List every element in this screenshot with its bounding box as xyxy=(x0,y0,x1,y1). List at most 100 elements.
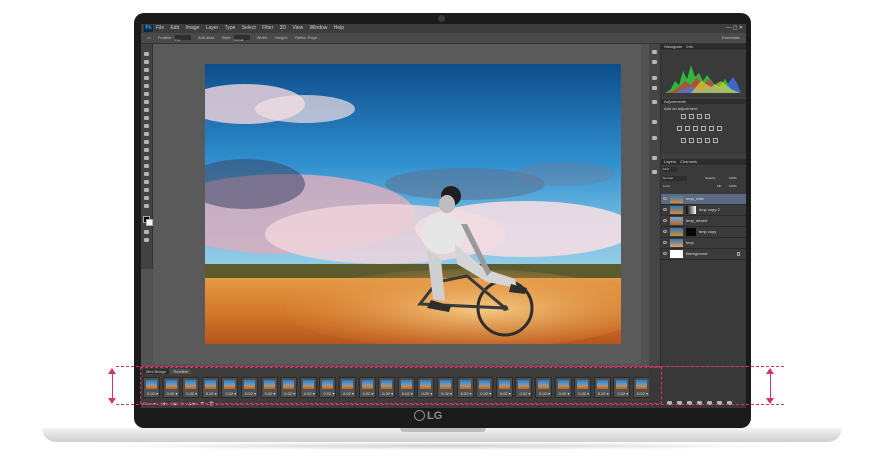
visibility-eye-icon[interactable] xyxy=(663,241,667,244)
layers-panel-header: Layers Channels xyxy=(661,159,746,165)
marquee-tool-icon[interactable]: ▭ xyxy=(147,33,151,43)
layer-row[interactable]: bmp xyxy=(661,238,746,249)
curves-icon[interactable] xyxy=(697,114,702,119)
gradient-tool-icon[interactable] xyxy=(144,140,149,144)
tab-info[interactable]: Info xyxy=(686,44,693,49)
healing-brush-tool-icon[interactable] xyxy=(144,100,149,104)
hand-tool-icon[interactable] xyxy=(144,196,149,200)
brush-tool-icon[interactable] xyxy=(144,108,149,112)
background-color-swatch[interactable] xyxy=(146,219,153,226)
workspace-select[interactable]: Essentials xyxy=(722,33,740,43)
menu-file[interactable]: File xyxy=(156,25,164,31)
antialias-checkbox[interactable]: Anti-alias xyxy=(198,33,214,43)
dodge-tool-icon[interactable] xyxy=(144,156,149,160)
menu-select[interactable]: Select xyxy=(242,25,256,31)
menu-type[interactable]: Type xyxy=(225,25,236,31)
visibility-eye-icon[interactable] xyxy=(663,252,667,255)
menu-filter[interactable]: Filter xyxy=(262,25,273,31)
opacity-label: Opacity: xyxy=(705,176,717,180)
tab-layers[interactable]: Layers xyxy=(664,159,676,164)
vibrance-icon[interactable] xyxy=(677,126,682,131)
document-artwork[interactable] xyxy=(205,64,621,344)
layer-row[interactable]: Background xyxy=(661,249,746,260)
visibility-eye-icon[interactable] xyxy=(663,208,667,211)
visibility-eye-icon[interactable] xyxy=(663,197,667,200)
layer-thumbnail xyxy=(670,195,683,203)
posterize-icon[interactable] xyxy=(689,138,694,143)
paragraph-panel-icon[interactable] xyxy=(652,100,657,104)
screen-mode-icon[interactable] xyxy=(144,238,149,242)
options-bar: ▭ Feather:0 px Anti-alias Style:Normal W… xyxy=(141,33,746,44)
brush-panel-icon[interactable] xyxy=(652,120,657,124)
channel-mixer-icon[interactable] xyxy=(717,126,722,131)
blur-tool-icon[interactable] xyxy=(144,148,149,152)
menu-edit[interactable]: Edit xyxy=(170,25,179,31)
blend-mode-select[interactable]: Normal xyxy=(663,176,687,181)
history-brush-tool-icon[interactable] xyxy=(144,124,149,128)
tab-histogram[interactable]: Histogram xyxy=(664,44,682,49)
menu-layer[interactable]: Layer xyxy=(206,25,219,31)
lasso-tool-icon[interactable] xyxy=(144,68,149,72)
layer-thumbnail xyxy=(670,250,683,258)
layer-row[interactable]: bmp copy xyxy=(661,227,746,238)
zoom-tool-icon[interactable] xyxy=(144,204,149,208)
layer-row[interactable]: bmp_rider xyxy=(661,194,746,205)
swatches-panel-icon[interactable] xyxy=(652,156,657,160)
timeline-highlight-box xyxy=(140,367,662,404)
photo-filter-icon[interactable] xyxy=(709,126,714,131)
marquee-tool-icon[interactable] xyxy=(144,60,149,64)
layer-mask-thumbnail[interactable] xyxy=(686,206,696,214)
selective-color-icon[interactable] xyxy=(713,138,718,143)
invert-icon[interactable] xyxy=(681,138,686,143)
eyedropper-tool-icon[interactable] xyxy=(144,92,149,96)
artwork-image xyxy=(205,64,621,344)
visibility-eye-icon[interactable] xyxy=(663,219,667,222)
properties-panel-icon[interactable] xyxy=(652,76,657,80)
threshold-icon[interactable] xyxy=(697,138,702,143)
move-tool-icon[interactable] xyxy=(144,52,149,56)
crop-tool-icon[interactable] xyxy=(144,84,149,88)
histogram-panel xyxy=(661,51,746,97)
opacity-input[interactable]: 100% xyxy=(729,176,737,181)
menu-image[interactable]: Image xyxy=(185,25,199,31)
menu-help[interactable]: Help xyxy=(334,25,344,31)
character-panel-icon[interactable] xyxy=(652,86,657,90)
quick-select-tool-icon[interactable] xyxy=(144,76,149,80)
eraser-tool-icon[interactable] xyxy=(144,132,149,136)
menu-3d[interactable]: 3D xyxy=(280,25,286,31)
window-controls[interactable]: — ▢ ✕ xyxy=(726,24,743,33)
collapsed-panel-icons xyxy=(649,44,661,366)
path-select-tool-icon[interactable] xyxy=(144,180,149,184)
tab-channels[interactable]: Channels xyxy=(680,159,697,164)
styles-panel-icon[interactable] xyxy=(652,170,657,174)
style-select[interactable]: Normal xyxy=(233,35,250,42)
clone-source-panel-icon[interactable] xyxy=(652,136,657,140)
clone-stamp-tool-icon[interactable] xyxy=(144,116,149,120)
levels-icon[interactable] xyxy=(689,114,694,119)
gradient-map-icon[interactable] xyxy=(705,138,710,143)
fill-label: Fill: xyxy=(717,184,722,188)
black-white-icon[interactable] xyxy=(701,126,706,131)
layer-filter-kind-select[interactable]: Kind xyxy=(663,167,677,172)
menu-view[interactable]: View xyxy=(292,25,303,31)
layer-row[interactable]: bmp_desert xyxy=(661,216,746,227)
visibility-eye-icon[interactable] xyxy=(663,230,667,233)
layer-name: bmp copy xyxy=(699,229,717,234)
history-panel-icon[interactable] xyxy=(652,50,657,54)
exposure-icon[interactable] xyxy=(705,114,710,119)
right-panel-dock: Histogram Info Adjustments Add an adjust… xyxy=(649,44,746,366)
type-tool-icon[interactable] xyxy=(144,172,149,176)
menu-window[interactable]: Window xyxy=(310,25,328,31)
feather-input[interactable]: 0 px xyxy=(174,35,191,42)
actions-panel-icon[interactable] xyxy=(652,60,657,64)
brightness-contrast-icon[interactable] xyxy=(681,114,686,119)
hue-saturation-icon[interactable] xyxy=(685,126,690,131)
layer-row[interactable]: bmp copy 2 xyxy=(661,205,746,216)
shape-tool-icon[interactable] xyxy=(144,188,149,192)
quick-mask-icon[interactable] xyxy=(144,230,149,234)
fill-input[interactable]: 100% xyxy=(729,184,737,189)
pen-tool-icon[interactable] xyxy=(144,164,149,168)
refine-edge-button[interactable]: Refine Edge... xyxy=(295,33,320,43)
color-balance-icon[interactable] xyxy=(693,126,698,131)
layer-mask-thumbnail[interactable] xyxy=(686,228,696,236)
